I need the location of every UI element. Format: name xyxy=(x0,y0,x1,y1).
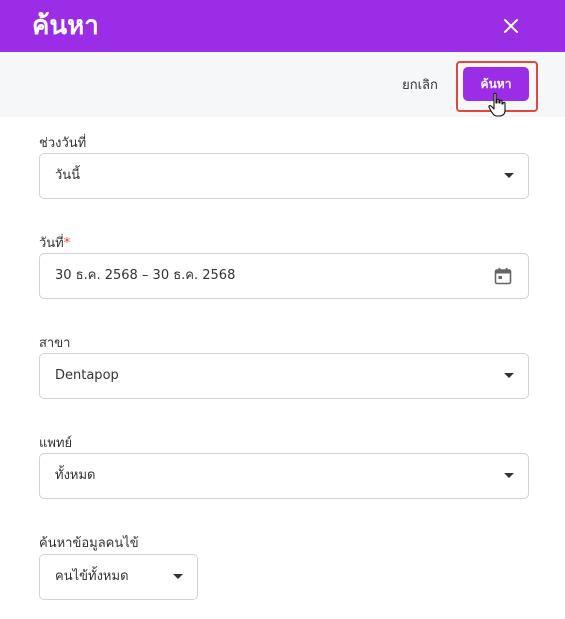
chevron-down-icon xyxy=(504,473,514,478)
branch-value: Dentapop xyxy=(55,368,119,383)
date-label-text: วันที่ xyxy=(39,236,64,251)
branch-label: สาขา xyxy=(39,336,71,351)
doctor-value: ทั้งหมด xyxy=(55,468,96,483)
date-range-value: วันนี้ xyxy=(55,168,81,183)
hand-cursor-icon xyxy=(488,92,506,117)
date-range-select[interactable]: วันนี้ xyxy=(39,153,529,199)
chevron-down-icon xyxy=(173,574,183,579)
doctor-label: แพทย์ xyxy=(39,436,73,451)
chevron-down-icon xyxy=(504,373,514,378)
calendar-icon[interactable] xyxy=(494,267,512,285)
dialog-title: ค้นหา xyxy=(32,11,99,41)
date-range-label: ช่วงวันที่ xyxy=(39,136,87,151)
patient-select[interactable]: คนไข้ทั้งหมด xyxy=(39,554,198,600)
branch-select[interactable]: Dentapop xyxy=(39,353,529,399)
close-button[interactable] xyxy=(499,14,523,38)
patient-label: ค้นหาข้อมูลคนไข้ xyxy=(39,536,139,551)
date-value: 30 ธ.ค. 2568 – 30 ธ.ค. 2568 xyxy=(55,268,236,283)
dialog-header: ค้นหา xyxy=(0,0,565,52)
date-range-picker[interactable]: 30 ธ.ค. 2568 – 30 ธ.ค. 2568 xyxy=(39,253,529,299)
cancel-button[interactable]: ยกเลิก xyxy=(392,72,448,96)
doctor-select[interactable]: ทั้งหมด xyxy=(39,453,529,499)
close-icon xyxy=(504,19,518,33)
date-label: วันที่* xyxy=(39,232,70,253)
action-bar: ยกเลิก ค้นหา xyxy=(0,52,565,117)
chevron-down-icon xyxy=(504,173,514,178)
patient-value: คนไข้ทั้งหมด xyxy=(55,569,129,584)
required-mark: * xyxy=(63,236,71,251)
